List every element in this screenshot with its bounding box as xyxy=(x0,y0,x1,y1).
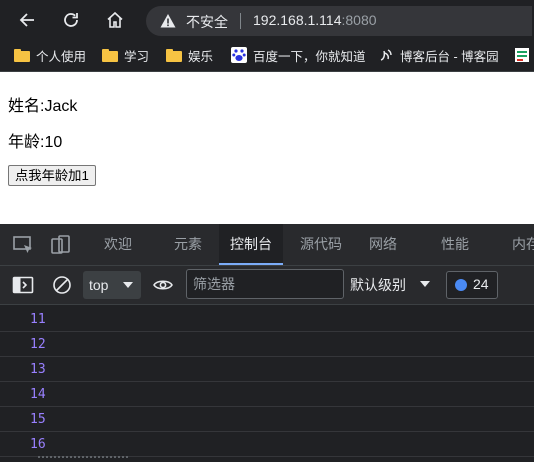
bookmark-favicon-icon xyxy=(515,48,529,62)
tab-memory[interactable]: 内存 xyxy=(512,224,534,265)
live-expression-eye-icon[interactable] xyxy=(152,275,174,295)
inspect-element-icon[interactable] xyxy=(12,234,34,256)
tab-network[interactable]: 网络 xyxy=(369,224,397,265)
reload-icon xyxy=(64,13,78,27)
device-toolbar-icon[interactable] xyxy=(50,234,72,256)
home-icon xyxy=(107,11,123,28)
console-row: 12 xyxy=(0,332,534,357)
console-row: 14 xyxy=(0,382,534,407)
tab-console[interactable]: 控制台 xyxy=(219,224,283,265)
log-value: 12 xyxy=(30,337,46,352)
sidebar-toggle-icon[interactable] xyxy=(12,275,34,295)
tab-performance[interactable]: 性能 xyxy=(441,224,469,265)
clipped-row-hint xyxy=(38,456,128,462)
browser-toolbar: 不安全 192.168.1.114:8080 xyxy=(0,0,534,40)
log-value: 16 xyxy=(30,437,46,452)
bookmark-baidu[interactable]: 百度一下，你就知道 xyxy=(231,45,366,65)
bookmark-study[interactable]: 学习 xyxy=(102,45,149,65)
bookmark-label: 娱乐 xyxy=(188,49,214,64)
console-row: 15 xyxy=(0,407,534,432)
reload-button[interactable] xyxy=(58,7,84,33)
bookmark-entertainment[interactable]: 娱乐 xyxy=(166,45,213,65)
security-label[interactable]: 不安全 xyxy=(186,12,228,32)
dropdown-arrow-icon xyxy=(123,282,133,288)
tab-welcome[interactable]: 欢迎 xyxy=(104,224,132,265)
log-level-selector[interactable]: 默认级别 xyxy=(350,275,430,295)
increment-age-button[interactable]: 点我年龄加1 xyxy=(8,165,96,186)
bookmark-label: 博客后台 - 博客园 xyxy=(400,49,499,64)
message-count-badge[interactable]: 24 xyxy=(446,271,498,299)
back-button[interactable] xyxy=(15,7,41,33)
bookmark-personal[interactable]: 个人使用 xyxy=(14,45,86,65)
bookmark-label: 学习 xyxy=(124,49,150,64)
folder-icon xyxy=(166,47,182,63)
tab-sources[interactable]: 源代码 xyxy=(300,224,342,265)
log-value: 13 xyxy=(30,362,46,377)
address-bar[interactable]: 不安全 192.168.1.114:8080 xyxy=(146,6,532,36)
console-output[interactable]: 11 12 13 14 15 16 xyxy=(0,305,534,462)
log-level-value: 默认级别 xyxy=(350,277,406,293)
divider xyxy=(240,13,241,29)
dropdown-arrow-icon xyxy=(420,281,430,287)
console-row: 11 xyxy=(0,307,534,332)
url-port: :8080 xyxy=(341,12,377,28)
cnblogs-icon xyxy=(380,49,392,61)
folder-icon xyxy=(14,47,30,63)
log-value: 14 xyxy=(30,387,46,402)
bookmark-label: 百度一下，你就知道 xyxy=(253,49,366,64)
clear-console-icon[interactable] xyxy=(51,275,73,295)
bookmark-cnblogs[interactable]: 博客后台 - 博客园 xyxy=(378,45,499,65)
devtools-tab-bar: 欢迎 元素 控制台 源代码 网络 性能 内存 xyxy=(0,224,534,266)
baidu-paw-icon xyxy=(231,47,247,63)
page-content: 姓名:Jack 年龄:10 点我年龄加1 xyxy=(0,72,534,224)
context-selector[interactable]: top xyxy=(83,271,141,299)
console-row: 13 xyxy=(0,357,534,382)
log-value: 15 xyxy=(30,412,46,427)
message-count: 24 xyxy=(473,276,489,292)
bookmarks-bar: 个人使用 学习 娱乐 百度一下，你就知道 博客后台 - 博客园 xyxy=(0,40,534,72)
bookmark-overflow[interactable] xyxy=(514,45,534,65)
console-row: 16 xyxy=(0,432,534,457)
message-bubble-icon xyxy=(455,279,467,291)
console-filter-input[interactable] xyxy=(186,269,344,299)
folder-icon xyxy=(102,47,118,63)
context-value: top xyxy=(89,277,109,293)
bookmark-label: 个人使用 xyxy=(36,49,87,64)
warning-icon xyxy=(160,14,176,28)
arrow-left-icon xyxy=(19,13,34,27)
url-text[interactable]: 192.168.1.114:8080 xyxy=(253,12,377,28)
name-text: 姓名:Jack xyxy=(8,98,78,115)
tab-elements[interactable]: 元素 xyxy=(174,224,202,265)
home-button[interactable] xyxy=(102,7,128,33)
console-toolbar: top 默认级别 24 xyxy=(0,266,534,305)
age-text: 年龄:10 xyxy=(8,134,63,151)
log-value: 11 xyxy=(30,312,46,327)
url-host: 192.168.1.114 xyxy=(253,12,342,28)
